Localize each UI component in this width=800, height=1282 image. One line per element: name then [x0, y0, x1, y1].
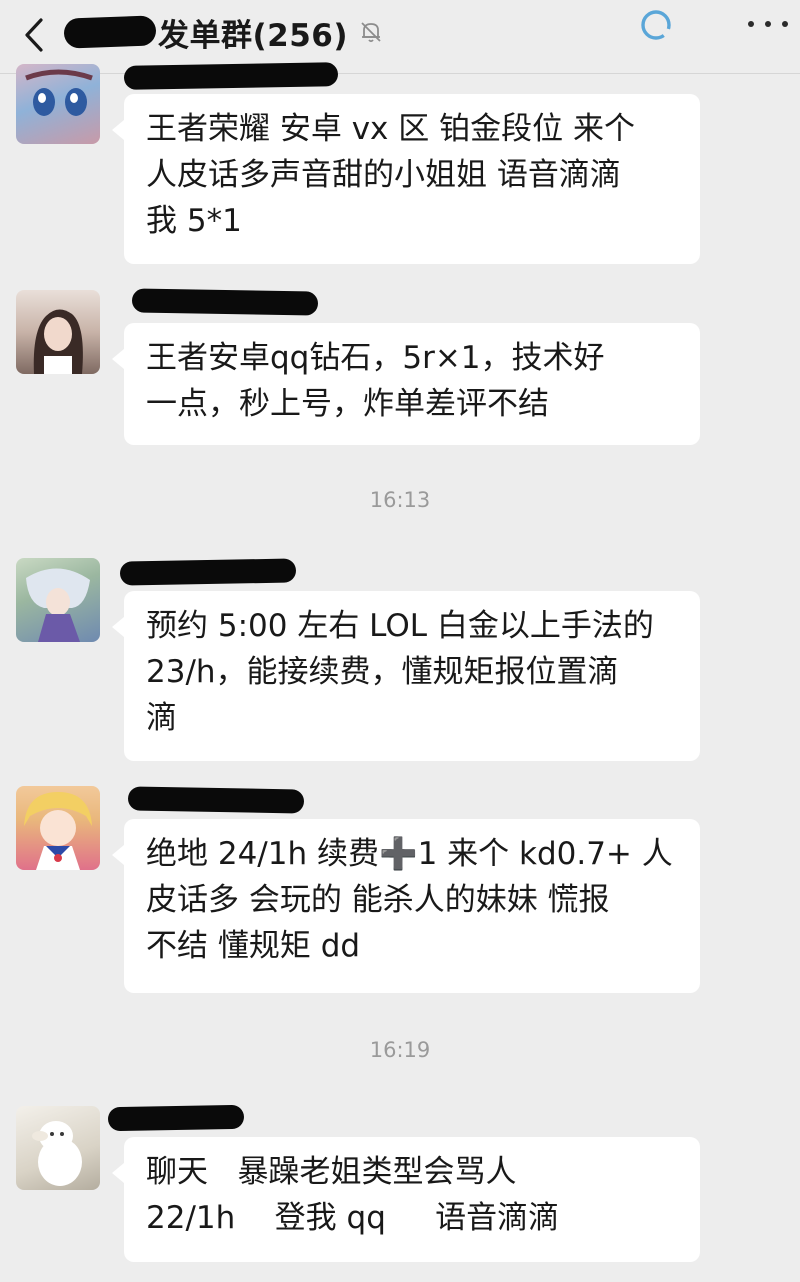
bell-off-icon — [361, 22, 381, 43]
avatar[interactable] — [16, 290, 100, 374]
back-chevron-icon — [25, 18, 43, 52]
girl-avatar-image — [33, 309, 83, 374]
avatar[interactable] — [16, 558, 100, 642]
message-bubble[interactable]: 聊天 暴躁老姐类型会骂人 22/1h 登我 qq 语音滴滴 — [112, 1137, 700, 1262]
redacted-sender-name — [131, 288, 319, 316]
more-dots-icon — [782, 21, 788, 27]
avatar[interactable] — [16, 1106, 100, 1190]
chat-title-area[interactable]: 发单群(256) — [63, 6, 384, 58]
message-timestamp: 16:19 — [369, 1038, 431, 1062]
anime-avatar-image — [26, 568, 90, 642]
anime-avatar-image — [25, 69, 93, 116]
message-bubble[interactable]: 预约 5:00 左右 LOL 白金以上手法的 23/h，能接续费，懂规矩报位置滴… — [112, 591, 700, 761]
redacted-group-name — [63, 15, 157, 49]
message-bubble[interactable]: 王者荣耀 安卓 vx 区 铂金段位 来个 人皮话多声音甜的小姐姐 语音滴滴 我 … — [112, 94, 700, 264]
more-dots-icon — [748, 21, 754, 27]
message-bubble[interactable]: 王者安卓qq钻石，5r×1，技术好 一点，秒上号，炸单差评不结 — [112, 323, 700, 445]
redacted-sender-name — [123, 62, 339, 90]
redacted-sender-name — [107, 1104, 245, 1132]
avatar[interactable] — [16, 786, 100, 870]
back-button[interactable] — [14, 10, 54, 60]
chat-header: 发单群(256) — [0, 0, 800, 74]
more-button[interactable] — [748, 12, 788, 36]
redacted-sender-name — [127, 786, 305, 814]
more-dots-icon — [765, 21, 771, 27]
plush-lamb-avatar-image — [32, 1121, 82, 1186]
avatar[interactable] — [16, 64, 100, 144]
loading-ring-icon — [641, 10, 671, 40]
message-bubble[interactable]: 绝地 24/1h 续费➕1 来个 kd0.7+ 人 皮话多 会玩的 能杀人的妹妹… — [112, 819, 700, 993]
message-timestamp: 16:13 — [369, 488, 431, 512]
sailor-moon-avatar-image — [24, 792, 92, 870]
chat-title: 发单群(256) — [158, 17, 349, 54]
redacted-sender-name — [119, 558, 297, 586]
